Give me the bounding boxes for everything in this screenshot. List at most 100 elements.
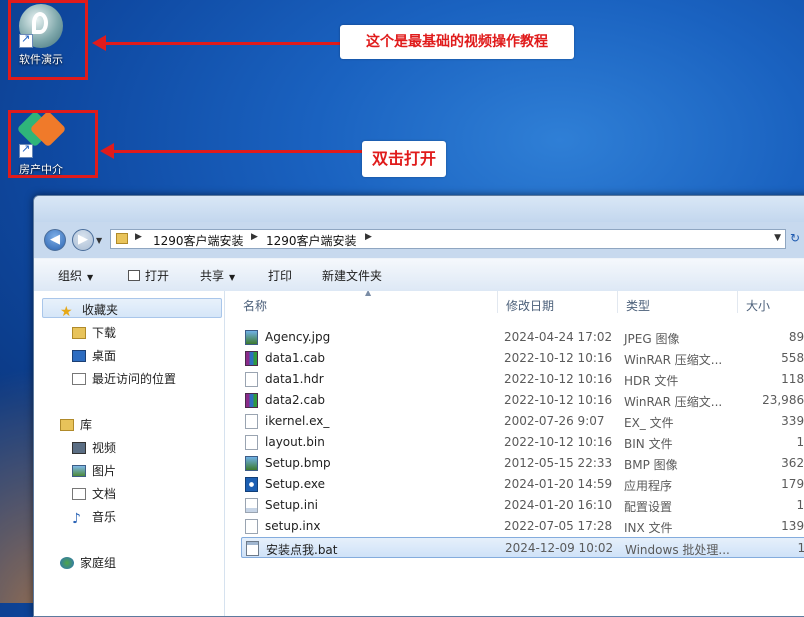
nav-label: 图片 bbox=[92, 464, 117, 478]
nav-item-videos[interactable]: 视频 bbox=[72, 439, 116, 456]
print-button[interactable]: 打印 bbox=[268, 267, 292, 284]
new-folder-button[interactable]: 新建文件夹 bbox=[322, 267, 382, 284]
title-bar[interactable] bbox=[34, 196, 804, 222]
explorer-window: ◀ ▶ ▼ ▶ 1290客户端安装 ▶ 1290客户端安装 ▶ ▼ ↻ 组织 ▼ … bbox=[33, 195, 804, 617]
archive-file-icon bbox=[245, 351, 258, 366]
file-type: WinRAR 压缩文... bbox=[624, 353, 723, 367]
table-row[interactable]: data2.cab 2022-10-12 10:16 WinRAR 压缩文... 23… bbox=[241, 390, 804, 411]
annotation-arrow bbox=[104, 42, 342, 45]
nav-label: 库 bbox=[80, 418, 93, 432]
table-row[interactable]: layout.bin 2022-10-12 10:16 BIN 文件 1 KB bbox=[241, 432, 804, 453]
breadcrumb-item[interactable]: 1290客户端安装 bbox=[153, 232, 244, 249]
address-dropdown[interactable]: ▼ bbox=[774, 233, 781, 243]
nav-item-pictures[interactable]: 图片 bbox=[72, 462, 116, 479]
nav-label: 家庭组 bbox=[80, 556, 117, 570]
homegroup-icon bbox=[60, 557, 74, 569]
annotation-arrow-head bbox=[92, 35, 106, 51]
recent-places-icon bbox=[72, 373, 86, 385]
navigation-pane: ★ 收藏夹 下载 桌面 最近访问的位置 库 视频 图片 文档 ♪ 音乐 家庭组 bbox=[34, 291, 225, 616]
annotation-arrow bbox=[112, 150, 362, 153]
file-name: layout.bin bbox=[265, 435, 325, 449]
recent-pages-dropdown[interactable]: ▼ bbox=[96, 236, 102, 245]
table-row[interactable]: Agency.jpg 2024-04-24 17:02 JPEG 图像 89 KB bbox=[241, 327, 804, 348]
file-list: ▲ 名称 修改日期 类型 大小 Agency.jpg 2024-04-24 17:… bbox=[225, 291, 804, 616]
nav-item-documents[interactable]: 文档 bbox=[72, 485, 116, 502]
nav-label: 桌面 bbox=[92, 349, 117, 363]
file-modified: 2022-10-12 10:16 bbox=[504, 351, 613, 365]
table-row[interactable]: Setup.exe 2024-01-20 14:59 应用程序 179 KB bbox=[241, 474, 804, 495]
nav-item-libraries[interactable]: 库 bbox=[60, 416, 92, 433]
back-button[interactable]: ◀ bbox=[44, 229, 66, 251]
open-icon bbox=[128, 270, 140, 281]
file-name: Setup.exe bbox=[265, 477, 326, 491]
file-type: HDR 文件 bbox=[624, 374, 679, 388]
breadcrumb-separator[interactable]: ▶ bbox=[135, 232, 142, 242]
table-row[interactable]: ikernel.ex_ 2002-07-26 9:07 EX_ 文件 339 KB bbox=[241, 411, 804, 432]
open-button[interactable]: 打开 bbox=[128, 267, 169, 284]
nav-item-favorites[interactable]: ★ 收藏夹 bbox=[60, 301, 119, 320]
file-name: Agency.jpg bbox=[265, 330, 331, 344]
image-file-icon bbox=[245, 456, 258, 471]
command-toolbar: 组织 ▼ 打开 共享 ▼ 打印 新建文件夹 bbox=[34, 258, 804, 292]
annotation-box bbox=[8, 110, 98, 178]
library-icon bbox=[60, 419, 74, 431]
nav-item-downloads[interactable]: 下载 bbox=[72, 324, 116, 341]
file-name: setup.inx bbox=[265, 519, 321, 533]
file-name: Setup.ini bbox=[265, 498, 319, 512]
file-icon bbox=[245, 435, 258, 450]
nav-item-homegroup[interactable]: 家庭组 bbox=[60, 554, 116, 571]
video-icon bbox=[72, 442, 86, 454]
refresh-icon[interactable]: ↻ bbox=[790, 231, 804, 247]
file-type: 应用程序 bbox=[624, 479, 673, 493]
file-modified: 2012-05-15 22:33 bbox=[504, 456, 613, 470]
music-icon: ♪ bbox=[72, 511, 81, 527]
table-row[interactable]: Setup.bmp 2012-05-15 22:33 BMP 图像 362 KB bbox=[241, 453, 804, 474]
nav-label: 文档 bbox=[92, 487, 117, 501]
file-modified: 2024-04-24 17:02 bbox=[504, 330, 613, 344]
nav-item-music[interactable]: ♪ 音乐 bbox=[72, 508, 117, 527]
address-bar[interactable]: ▶ 1290客户端安装 ▶ 1290客户端安装 ▶ ▼ bbox=[110, 229, 786, 249]
annotation-arrow-head bbox=[100, 143, 114, 159]
nav-label: 收藏夹 bbox=[82, 303, 119, 317]
file-type: 配置设置 bbox=[624, 500, 673, 514]
forward-button[interactable]: ▶ bbox=[72, 229, 94, 251]
file-size: 179 KB bbox=[781, 477, 804, 491]
table-row[interactable]: setup.inx 2022-07-05 17:28 INX 文件 139 KB bbox=[241, 516, 804, 537]
folder-icon bbox=[116, 233, 128, 244]
navigation-bar: ◀ ▶ ▼ ▶ 1290客户端安装 ▶ 1290客户端安装 ▶ ▼ ↻ bbox=[34, 222, 804, 256]
table-row[interactable]: 安装点我.bat 2024-12-09 10:02 Windows 批处理... 1 … bbox=[241, 537, 804, 558]
file-size: 139 KB bbox=[781, 519, 804, 533]
file-type: Windows 批处理... bbox=[625, 543, 730, 557]
breadcrumb-separator[interactable]: ▶ bbox=[251, 232, 258, 242]
file-icon bbox=[245, 414, 258, 429]
file-size: 339 KB bbox=[781, 414, 804, 428]
nav-label: 音乐 bbox=[92, 510, 117, 524]
file-type: BMP 图像 bbox=[624, 458, 678, 472]
nav-item-desktop[interactable]: 桌面 bbox=[72, 347, 116, 364]
column-header-type[interactable]: 类型 bbox=[618, 291, 738, 313]
share-button[interactable]: 共享 ▼ bbox=[200, 267, 235, 284]
desktop-icon bbox=[72, 350, 86, 362]
image-file-icon bbox=[245, 330, 258, 345]
callout-tutorial: 这个是最基础的视频操作教程 bbox=[340, 25, 574, 59]
nav-label: 视频 bbox=[92, 441, 117, 455]
breadcrumb-separator[interactable]: ▶ bbox=[365, 232, 372, 242]
file-size: 362 KB bbox=[781, 456, 804, 470]
table-row[interactable]: data1.hdr 2022-10-12 10:16 HDR 文件 118 KB bbox=[241, 369, 804, 390]
share-label: 共享 bbox=[200, 269, 225, 283]
file-type: WinRAR 压缩文... bbox=[624, 395, 723, 409]
file-modified: 2024-01-20 16:10 bbox=[504, 498, 613, 512]
file-size: 118 KB bbox=[781, 372, 804, 386]
file-size: 558 KB bbox=[781, 351, 804, 365]
column-header-size[interactable]: 大小 bbox=[738, 291, 804, 313]
star-icon: ★ bbox=[60, 304, 73, 320]
breadcrumb-item[interactable]: 1290客户端安装 bbox=[266, 232, 357, 249]
table-row[interactable]: data1.cab 2022-10-12 10:16 WinRAR 压缩文... 55… bbox=[241, 348, 804, 369]
archive-file-icon bbox=[245, 393, 258, 408]
table-row[interactable]: Setup.ini 2024-01-20 16:10 配置设置 1 KB bbox=[241, 495, 804, 516]
column-header-name[interactable]: 名称 bbox=[235, 291, 498, 313]
file-size: 23,986 KB bbox=[762, 393, 804, 407]
organize-button[interactable]: 组织 ▼ bbox=[58, 267, 93, 284]
column-header-modified[interactable]: 修改日期 bbox=[498, 291, 618, 313]
nav-item-recent[interactable]: 最近访问的位置 bbox=[72, 370, 176, 387]
